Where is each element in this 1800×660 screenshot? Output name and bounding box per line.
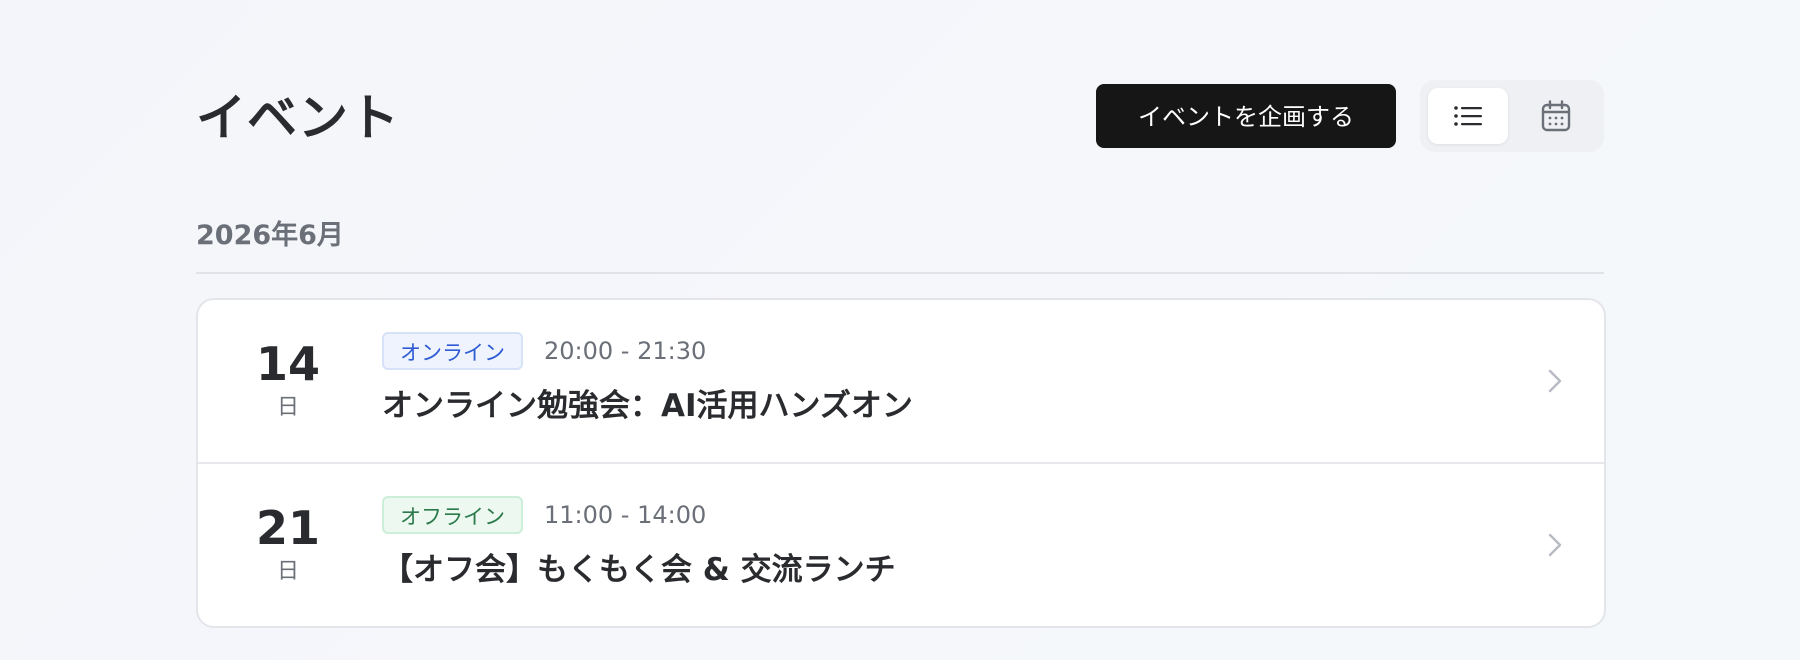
event-weekday: 日 [276,395,299,420]
event-weekday: 日 [276,559,299,584]
event-date: 14 日 [238,336,338,424]
offline-badge: オフライン [382,496,523,534]
event-item[interactable]: 21 日 オフライン 11:00 - 14:00 【オフ会】もくもく会 & 交流… [198,464,1604,626]
calendar-view-button[interactable] [1516,88,1596,144]
page-title: イベント [196,89,400,147]
event-item[interactable]: 14 日 オンライン 20:00 - 21:30 オンライン勉強会：AI活用ハン… [198,300,1604,462]
page-header: イベント イベントを企画する [196,80,1604,154]
event-title: オンライン勉強会：AI活用ハンズオン [382,388,913,424]
divider [196,272,1604,274]
event-time: 11:00 - 14:00 [544,501,707,529]
create-event-button[interactable]: イベントを企画する [1096,84,1396,148]
month-heading: 2026年6月 [196,220,344,251]
online-badge: オンライン [382,332,523,370]
list-view-button[interactable] [1428,88,1508,144]
view-toggle [1420,80,1604,152]
calendar-icon [1541,100,1571,132]
event-list: 14 日 オンライン 20:00 - 21:30 オンライン勉強会：AI活用ハン… [196,298,1606,628]
event-date: 21 日 [238,500,338,588]
event-time: 20:00 - 21:30 [544,337,707,365]
event-title: 【オフ会】もくもく会 & 交流ランチ [382,552,896,588]
event-day: 14 [255,337,320,391]
list-icon [1454,106,1482,126]
chevron-right-icon [1548,533,1562,557]
chevron-right-icon [1548,369,1562,393]
event-day: 21 [255,501,320,555]
